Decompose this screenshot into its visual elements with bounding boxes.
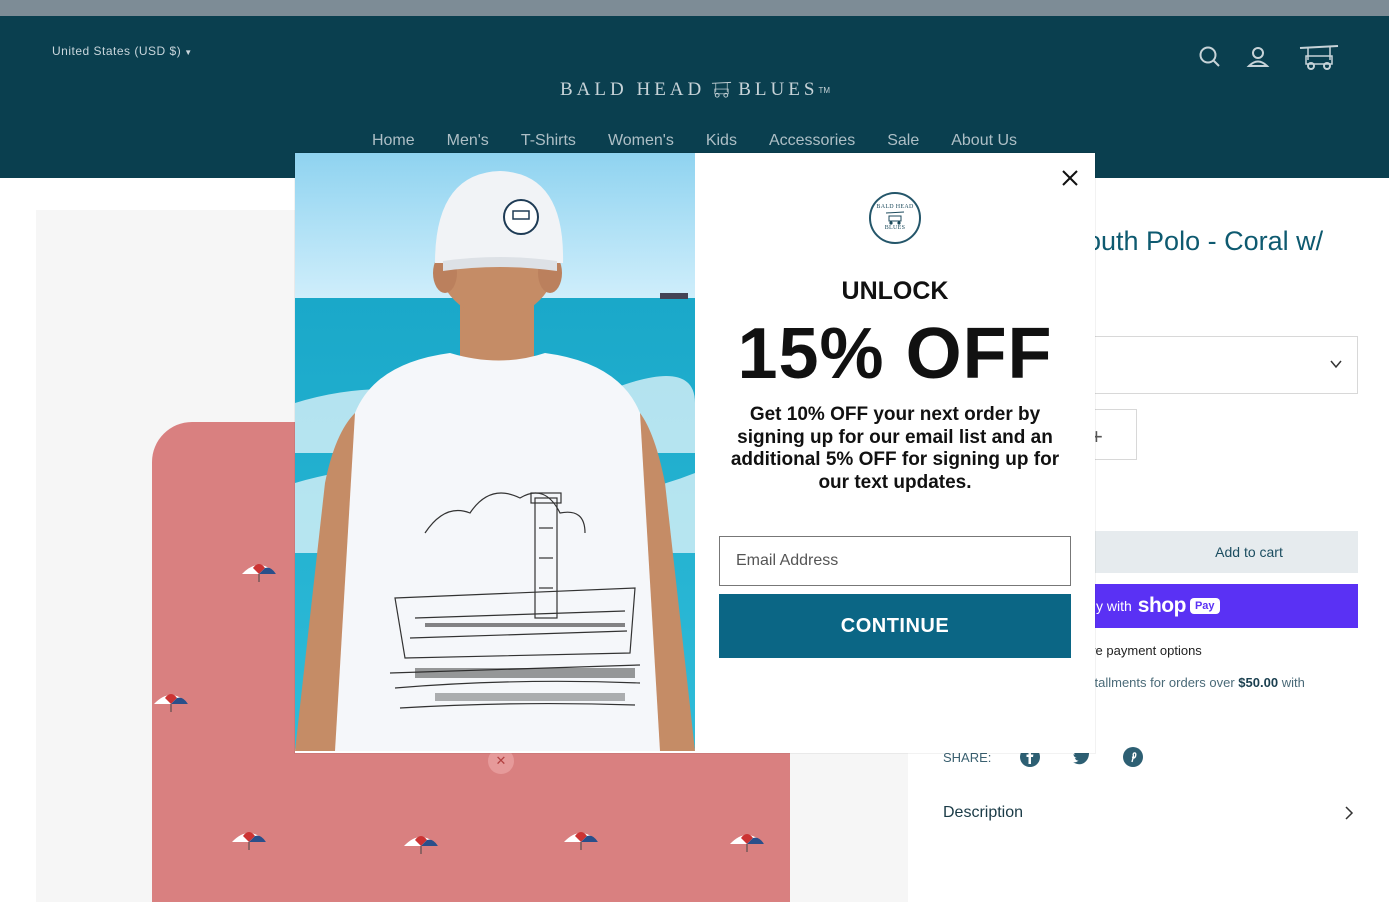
close-icon[interactable]: [1059, 167, 1081, 189]
discount-popup: BALD HEAD BLUES UNLOCK 15% OFF Get 10% O…: [295, 153, 1095, 753]
popup-photo: [295, 153, 695, 751]
popup-image: [295, 153, 695, 751]
email-input[interactable]: [719, 536, 1071, 586]
continue-button[interactable]: CONTINUE: [719, 594, 1071, 658]
seal-line-2: BLUES: [884, 225, 906, 231]
popup-content: BALD HEAD BLUES UNLOCK 15% OFF Get 10% O…: [695, 153, 1095, 753]
discount-headline: 15% OFF: [737, 314, 1053, 394]
seal-line-1: BALD HEAD: [876, 204, 914, 211]
discount-description: Get 10% OFF your next order by signing u…: [730, 404, 1060, 493]
golf-cart-icon: [885, 211, 905, 225]
page: United States (USD $) ▼ BALD HEAD BLUES TM: [0, 0, 1389, 902]
brand-seal-logo: BALD HEAD BLUES: [869, 192, 921, 244]
unlock-heading: UNLOCK: [841, 277, 949, 305]
